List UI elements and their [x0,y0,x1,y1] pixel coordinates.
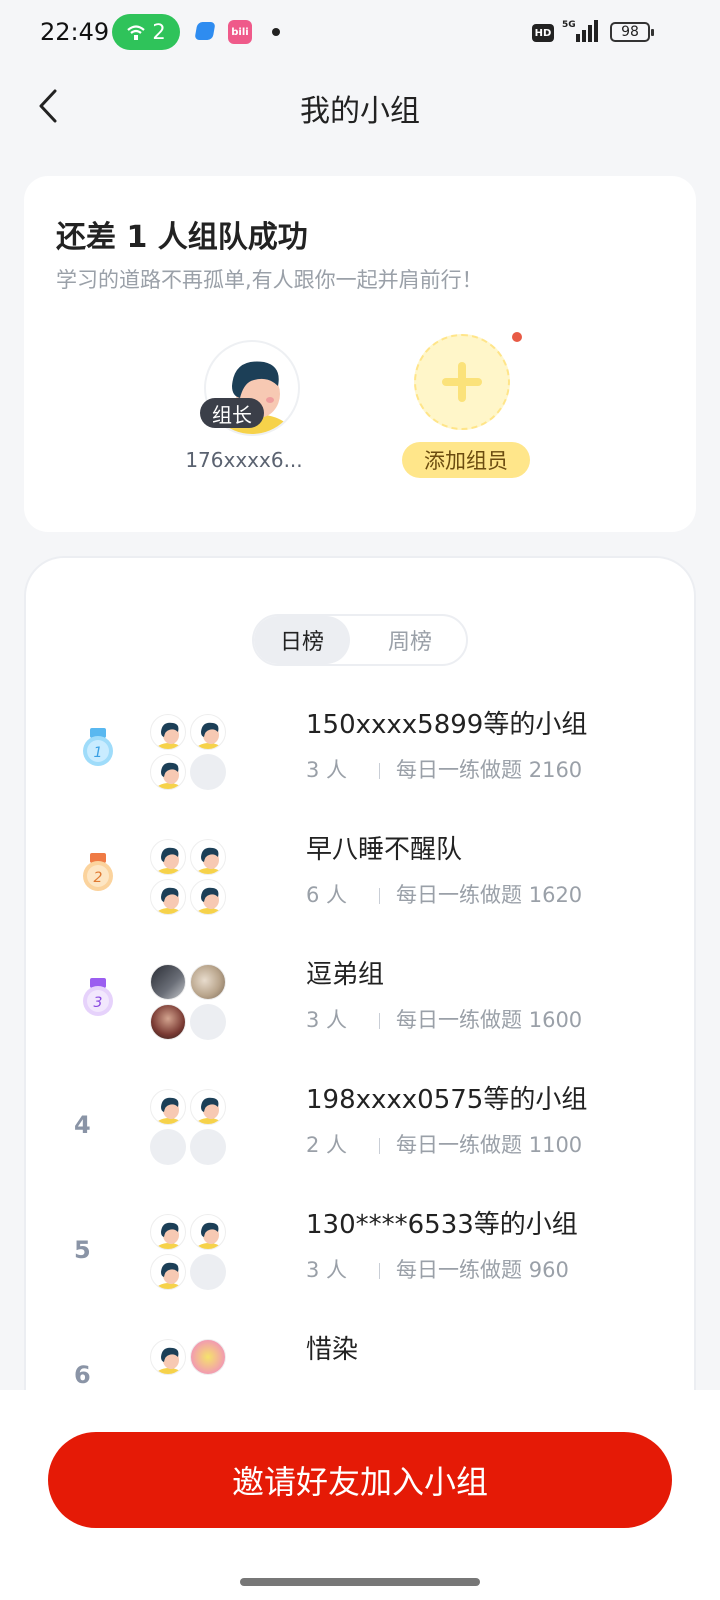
wifi-hotspot-pill: 2 [112,14,180,50]
meta-divider [379,1013,381,1029]
team-status-card: 还差 1 人组队成功 学习的道路不再孤单,有人跟你一起并肩前行！ 组长 176x… [24,176,696,532]
silver-medal-icon: 2 [83,853,113,891]
group-score: 每日一练做题 1620 [396,883,583,907]
member-photo-avatar [190,1339,226,1375]
ranking-row[interactable]: 5 130****6533等的小组 3 人 每日一练做题 960 [60,1202,680,1312]
add-member-slot[interactable] [396,334,528,430]
group-meta: 2 人 每日一练做题 1100 [306,1129,582,1159]
group-score: 每日一练做题 1100 [396,1133,583,1157]
app-notification-icon [194,22,216,40]
group-name: 惜染 [306,1335,359,1365]
group-name: 198xxxx0575等的小组 [306,1085,588,1115]
meta-divider [379,888,381,904]
more-notifications-dot [272,28,280,36]
group-name: 150xxxx5899等的小组 [306,710,588,740]
group-avatars [150,714,230,794]
member-avatar [150,879,186,915]
tab-weekly[interactable]: 周榜 [362,616,458,664]
group-score: 每日一练做题 1600 [396,1008,583,1032]
member-avatar [190,1089,226,1125]
group-meta: 3 人 每日一练做题 1600 [306,1004,582,1034]
empty-avatar-slot [190,1004,226,1040]
battery-indicator: 98 [610,22,654,42]
home-indicator[interactable] [240,1578,480,1586]
member-avatar [190,1214,226,1250]
add-member-button[interactable] [414,334,510,430]
empty-avatar-slot [190,1129,226,1165]
wifi-count: 2 [152,20,166,44]
svg-text:5G: 5G [562,20,576,30]
group-people: 3 人 [306,1258,348,1282]
bronze-medal-icon: 3 [83,978,113,1016]
member-photo-avatar [190,964,226,1000]
group-meta: 3 人 每日一练做题 2160 [306,754,582,784]
rank-number: 6 [74,1361,91,1389]
wifi-icon [127,25,146,40]
member-photo-avatar [150,1004,186,1040]
ranking-row[interactable]: 4 198xxxx0575等的小组 2 人 每日一练做题 1100 [60,1077,680,1187]
rank-number: 5 [74,1236,91,1264]
bilibili-icon: bili [228,20,252,44]
new-dot-badge [512,332,522,342]
member-avatar [150,1214,186,1250]
member-avatar [190,714,226,750]
leader-phone: 176xxxx6... [185,448,303,472]
group-people: 3 人 [306,758,348,782]
meta-divider [379,1263,381,1279]
member-avatar [190,879,226,915]
member-avatar [190,839,226,875]
group-meta: 6 人 每日一练做题 1620 [306,879,582,909]
empty-avatar-slot [190,1254,226,1290]
gold-medal-icon: 1 [83,728,113,766]
tab-daily[interactable]: 日榜 [254,616,350,664]
member-avatar [150,839,186,875]
page-title: 我的小组 [300,94,420,129]
group-score: 每日一练做题 960 [396,1258,569,1282]
group-people: 3 人 [306,1008,348,1032]
member-avatar [150,714,186,750]
member-photo-avatar [150,964,186,1000]
member-avatar [150,1339,186,1375]
ranking-row[interactable]: 3 逗弟组 3 人 每日一练做题 1600 [60,952,680,1062]
member-avatar [150,1089,186,1125]
svg-text:1: 1 [94,745,103,761]
plus-icon [442,362,482,402]
group-avatars [150,964,230,1044]
leader-badge: 组长 [200,398,264,428]
meta-divider [379,1138,381,1154]
status-time: 22:49 [40,18,110,46]
group-name: 早八睡不醒队 [306,835,463,865]
signal-5g-icon: 5G [562,20,598,42]
group-name: 130****6533等的小组 [306,1210,578,1240]
invite-friends-button[interactable]: 邀请好友加入小组 [48,1432,672,1528]
rank-number: 4 [74,1111,91,1139]
member-avatar [150,1254,186,1290]
svg-text:3: 3 [94,995,103,1011]
group-avatars [150,839,230,919]
ranking-row[interactable]: 1 150xxxx5899等的小组 3 人 每日一练做题 2160 [60,702,680,812]
empty-avatar-slot [150,1129,186,1165]
ranking-tabs: 日榜 周榜 [252,614,468,666]
group-people: 2 人 [306,1133,348,1157]
add-member-label[interactable]: 添加组员 [402,442,530,478]
group-people: 6 人 [306,883,348,907]
group-avatars [150,1214,230,1294]
hd-badge: HD [532,24,554,42]
group-meta: 3 人 每日一练做题 960 [306,1254,569,1284]
team-subtitle: 学习的道路不再孤单,有人跟你一起并肩前行！ [56,268,483,292]
page-header: 我的小组 [0,64,720,148]
svg-text:2: 2 [94,870,103,886]
ranking-row[interactable]: 2 早八睡不醒队 6 人 每日一练做题 1620 [60,827,680,937]
team-progress-title: 还差 1 人组队成功 [56,220,308,255]
group-name: 逗弟组 [306,960,385,990]
status-bar: 22:49 2 bili HD 5G 98 [0,0,720,64]
member-avatar [150,754,186,790]
meta-divider [379,763,381,779]
group-avatars [150,1089,230,1169]
empty-avatar-slot [190,754,226,790]
group-score: 每日一练做题 2160 [396,758,583,782]
